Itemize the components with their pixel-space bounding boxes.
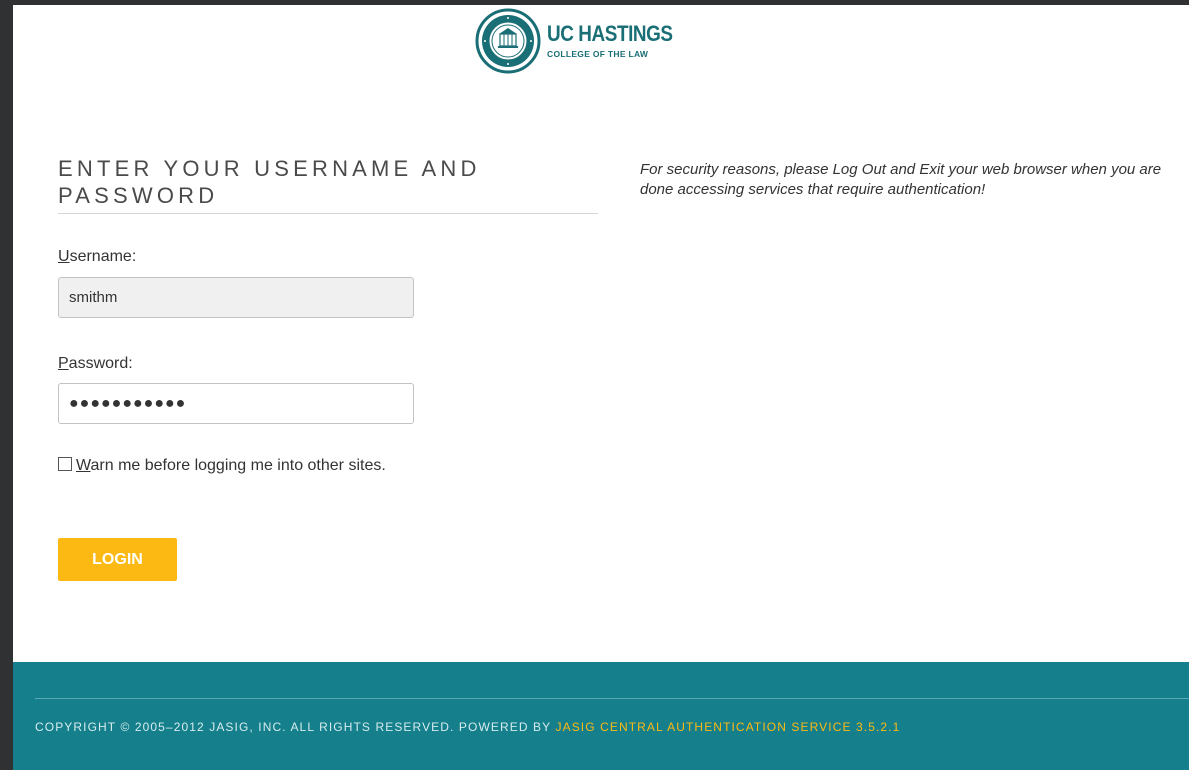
username-input[interactable] <box>58 277 414 318</box>
header: UC HASTINGS COLLEGE OF THE LAW <box>13 5 1189 77</box>
logo-title: UC HASTINGS <box>547 21 673 46</box>
logo-subtitle: COLLEGE OF THE LAW <box>547 49 649 59</box>
warn-option[interactable]: Warn me before logging me into other sit… <box>58 452 438 480</box>
login-form: ENTER YOUR USERNAME AND PASSWORD Usernam… <box>58 155 598 581</box>
copyright-text: COPYRIGHT © 2005–2012 JASIG, INC. ALL RI… <box>35 720 556 734</box>
footer-divider <box>35 698 1189 699</box>
warn-checkbox[interactable] <box>58 457 72 471</box>
seal-icon <box>475 8 541 74</box>
password-label-text: assword: <box>68 355 133 372</box>
warn-label-text: arn me before logging me into other site… <box>90 457 386 474</box>
footer-copyright: COPYRIGHT © 2005–2012 JASIG, INC. ALL RI… <box>35 720 900 734</box>
login-heading: ENTER YOUR USERNAME AND PASSWORD <box>58 155 598 214</box>
username-label: Username: <box>58 248 136 266</box>
password-input[interactable] <box>58 383 414 424</box>
warn-label-access-key: W <box>76 457 91 474</box>
footer: COPYRIGHT © 2005–2012 JASIG, INC. ALL RI… <box>13 662 1189 770</box>
password-label: Password: <box>58 355 133 373</box>
login-button[interactable]: LOGIN <box>58 538 177 581</box>
username-label-access-key: U <box>58 248 70 265</box>
logo: UC HASTINGS COLLEGE OF THE LAW <box>475 8 735 74</box>
cas-link[interactable]: JASIG CENTRAL AUTHENTICATION SERVICE 3.5… <box>555 720 900 734</box>
page-frame: UC HASTINGS COLLEGE OF THE LAW ENTER YOU… <box>13 5 1189 770</box>
password-label-access-key: P <box>58 355 69 372</box>
username-label-text: sername: <box>69 248 137 265</box>
security-notice: For security reasons, please Log Out and… <box>640 161 1162 198</box>
